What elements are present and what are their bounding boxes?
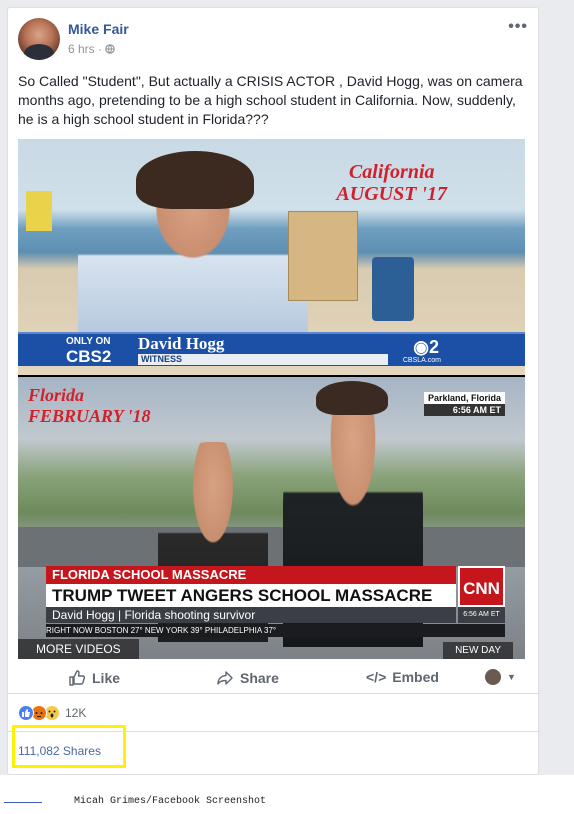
cnn-time: 6:56 AM ET <box>458 607 505 623</box>
image-credit: Micah Grimes/Facebook Screenshot <box>74 796 267 807</box>
chevron-down-icon: ▼ <box>507 672 516 682</box>
globe-icon <box>105 42 116 56</box>
cnn-person-name: David Hogg <box>52 608 115 622</box>
audience-selector[interactable]: ▼ <box>485 669 516 685</box>
hair-shape <box>136 151 254 209</box>
footer-rule <box>4 802 42 803</box>
boy-hair <box>316 381 388 415</box>
only-on-label: ONLY ON <box>66 336 111 347</box>
author-name[interactable]: Mike Fair <box>68 21 129 37</box>
more-options-icon[interactable]: ••• <box>508 18 528 36</box>
reactions-summary[interactable]: 12K <box>18 705 86 721</box>
name-label: David Hogg <box>138 334 225 353</box>
code-icon: </> <box>366 669 387 685</box>
yellow-sign <box>26 191 52 231</box>
network-label: CBS2 <box>66 347 112 366</box>
location-tag: Parkland, Florida 6:56 AM ET <box>423 392 505 416</box>
caption-florida: Florida FEBRUARY '18 <box>28 385 151 427</box>
cnn-person-desc: Florida shooting survivor <box>124 608 256 622</box>
caption-line2: AUGUST '17 <box>336 183 447 205</box>
more-videos-button[interactable]: MORE VIDEOS <box>18 639 139 659</box>
cbs-logo-number: 2 <box>428 337 439 357</box>
post-header: Mike Fair 6 hrs · ••• <box>18 18 528 64</box>
caption-line2: FEBRUARY '18 <box>28 406 151 426</box>
thumbs-up-icon <box>68 669 86 687</box>
cbs-frame: California AUGUST '17 ONLY ON CBS2 David… <box>18 139 525 375</box>
facebook-post: Mike Fair 6 hrs · ••• So Called "Student… <box>7 7 540 775</box>
cnn-ticker: RIGHT NOW BOSTON 27° NEW YORK 39° PHILAD… <box>46 624 505 637</box>
avatar[interactable] <box>18 18 60 60</box>
share-arrow-icon <box>216 669 234 687</box>
profile-thumbnail-icon <box>485 669 501 685</box>
location-time: 6:56 AM ET <box>423 404 505 416</box>
trash-can <box>372 257 414 321</box>
caption-line1: Florida <box>28 385 85 405</box>
reaction-count: 12K <box>65 706 87 720</box>
road-strip <box>18 527 525 567</box>
location-label: Parkland, Florida <box>423 392 505 404</box>
embed-label: Embed <box>392 669 439 685</box>
caption-california: California AUGUST '17 <box>336 161 447 205</box>
cnn-kicker: FLORIDA SCHOOL MASSACRE <box>46 566 456 584</box>
cnn-headline: TRUMP TWEET ANGERS SCHOOL MASSACRE SURVI… <box>46 584 456 625</box>
divider <box>8 693 540 694</box>
cbs-eye-icon: ◉ <box>413 337 429 357</box>
cnn-frame: Florida FEBRUARY '18 Parkland, Florida 6… <box>18 377 525 659</box>
post-image[interactable]: California AUGUST '17 ONLY ON CBS2 David… <box>18 139 525 659</box>
beach-box <box>288 211 358 301</box>
cnn-logo: CNN <box>458 566 505 607</box>
action-bar: Like Share </> Embed ▼ <box>18 664 525 694</box>
role-label: WITNESS <box>138 354 388 365</box>
caption-line1: California <box>348 161 435 183</box>
new-day-label: NEW DAY <box>443 642 513 659</box>
like-label: Like <box>92 670 121 686</box>
cbs-url: CBSLA.com <box>402 357 441 364</box>
cbs-lower-third: ONLY ON CBS2 David Hogg WITNESS ◉2 CBSLA… <box>18 332 525 366</box>
share-button[interactable]: Share <box>216 669 279 687</box>
like-reaction-icon <box>18 705 34 721</box>
share-label: Share <box>240 670 279 686</box>
cbs-logo: ◉2 <box>413 337 439 358</box>
post-time[interactable]: 6 hrs <box>68 42 95 56</box>
highlight-box <box>12 725 126 768</box>
post-meta: 6 hrs · <box>68 42 116 56</box>
cnn-person-bar: David Hogg | Florida shooting survivor <box>46 607 456 623</box>
embed-button[interactable]: </> Embed <box>366 669 439 685</box>
like-button[interactable]: Like <box>68 669 120 687</box>
post-text: So Called "Student", But actually a CRIS… <box>18 73 523 127</box>
